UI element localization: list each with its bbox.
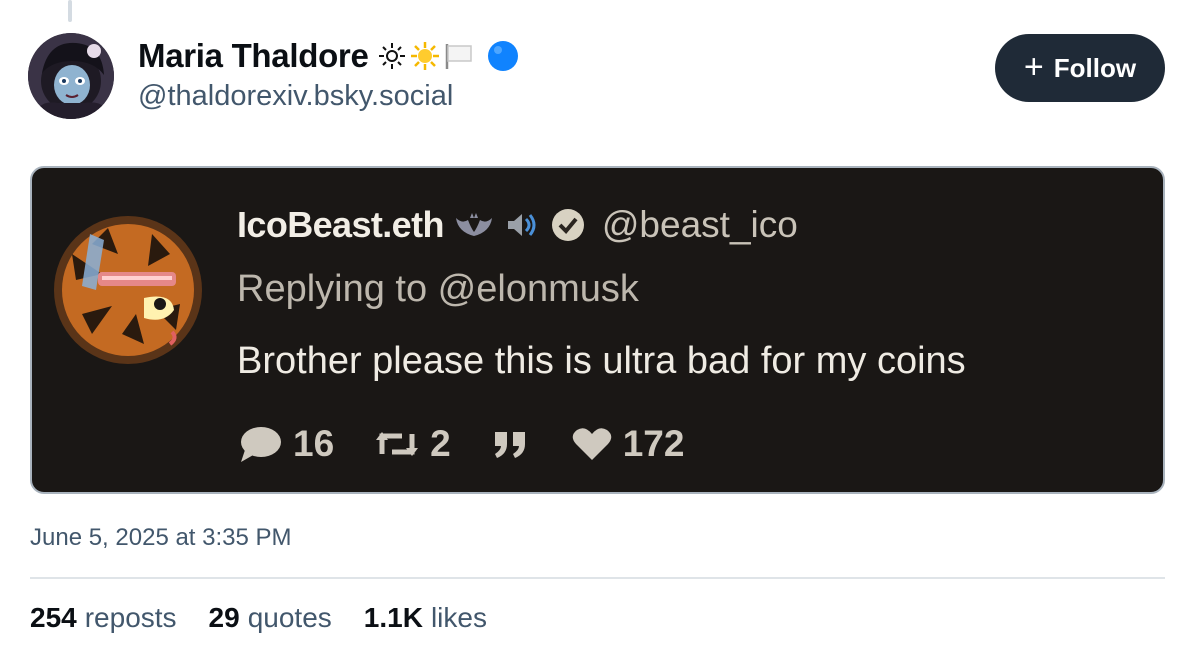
blue-circle-icon <box>487 41 518 71</box>
quoted-quote-stat <box>491 428 531 460</box>
quoted-reply-stat: 16 <box>237 423 334 465</box>
post-timestamp[interactable]: June 5, 2025 at 3:35 PM <box>30 524 292 552</box>
sun-outline-icon <box>378 43 405 69</box>
speech-bubble-icon <box>241 427 281 462</box>
likes-count: 1.1K <box>363 602 423 633</box>
white-flag-icon <box>445 44 472 69</box>
quoted-like-stat: 172 <box>571 423 685 465</box>
sun-icon <box>410 42 439 70</box>
reposts-label: reposts <box>84 602 177 633</box>
author-block: Maria Thaldore @thaldorexiv.bsky.social <box>138 36 520 113</box>
reposts-count: 254 <box>30 602 77 633</box>
divider <box>30 577 1165 579</box>
author-display-name[interactable]: Maria Thaldore <box>138 37 369 75</box>
verified-badge-icon <box>551 209 584 241</box>
quotes-stat[interactable]: 29 quotes <box>209 602 332 634</box>
author-emoji-row <box>377 39 520 73</box>
quoted-header: IcoBeast.eth @beast_ico <box>237 202 798 248</box>
quoted-action-bar: 16 2 172 <box>237 422 724 466</box>
speaker-icon <box>507 214 536 236</box>
quoted-like-count: 172 <box>622 423 685 464</box>
author-avatar[interactable] <box>28 33 114 119</box>
reposts-stat[interactable]: 254 reposts <box>30 602 177 634</box>
likes-label: likes <box>430 602 487 633</box>
quotes-count: 29 <box>208 602 240 633</box>
engagement-stats: 254 reposts 29 quotes 1.1K likes <box>30 602 519 634</box>
author-name-row: Maria Thaldore <box>138 36 520 76</box>
retweet-icon <box>376 432 419 456</box>
quoted-retweet-count: 2 <box>430 423 451 464</box>
quoted-display-name: IcoBeast.eth <box>237 204 444 245</box>
likes-stat[interactable]: 1.1K likes <box>364 602 487 634</box>
quoted-retweet-stat: 2 <box>374 423 451 465</box>
quote-marks-icon <box>494 432 525 458</box>
author-handle[interactable]: @thaldorexiv.bsky.social <box>138 80 520 113</box>
quoted-replying-to: Replying to @elonmusk <box>237 268 639 310</box>
quotes-label: quotes <box>247 602 332 633</box>
bat-icon <box>455 213 492 236</box>
thread-connector-line <box>68 0 72 22</box>
quoted-reply-count: 16 <box>293 423 335 464</box>
quoted-screenshot-image[interactable]: IcoBeast.eth @beast_ico Replying to @elo… <box>30 166 1165 494</box>
plus-icon: + <box>1023 47 1044 86</box>
quoted-avatar <box>54 216 202 364</box>
follow-button[interactable]: + Follow <box>995 34 1165 102</box>
quoted-post-text: Brother please this is ultra bad for my … <box>237 340 966 382</box>
heart-icon <box>572 428 612 460</box>
follow-button-label: Follow <box>1053 52 1137 83</box>
avatar-image <box>28 33 114 119</box>
quoted-handle: @beast_ico <box>601 204 798 245</box>
